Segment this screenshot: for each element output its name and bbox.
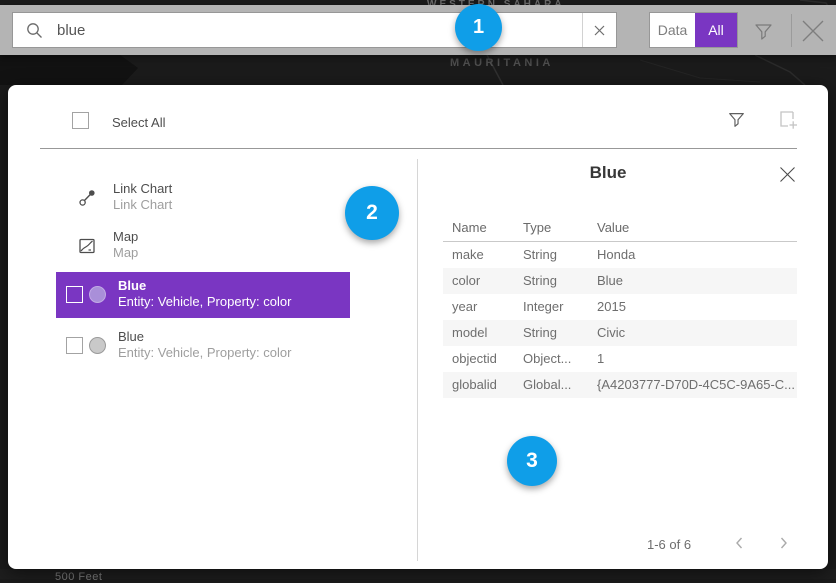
- cell-name: color: [452, 268, 523, 294]
- pagination-next-button[interactable]: [772, 533, 794, 555]
- property-table: Name Type Value make String Honda color …: [443, 215, 797, 398]
- clear-search-button[interactable]: [582, 13, 616, 47]
- entity-circle-icon: [89, 286, 106, 303]
- clear-x-icon: [594, 25, 605, 36]
- toolbar-divider: [791, 14, 792, 47]
- screen: WESTERN SAHARA MAURITANIA 500 Feet Data …: [0, 0, 836, 579]
- property-row-make: make String Honda: [443, 242, 797, 268]
- select-all-label: Select All: [112, 115, 165, 130]
- cell-value: {A4203777-D70D-4C5C-9A65-C...: [597, 372, 797, 398]
- cell-value: Civic: [597, 320, 797, 346]
- entity-circle-icon: [89, 337, 106, 354]
- cell-type: Integer: [523, 294, 597, 320]
- cell-type: Object...: [523, 346, 597, 372]
- search-results-panel: Select All Link Chart: [8, 85, 828, 569]
- chevron-right-icon: [775, 535, 791, 551]
- add-selection-icon: [777, 109, 799, 131]
- scope-data-button[interactable]: Data: [650, 13, 695, 47]
- property-table-header: Name Type Value: [443, 215, 797, 241]
- result-subtitle: Entity: Vehicle, Property: color: [118, 345, 291, 361]
- cell-value: 1: [597, 346, 797, 372]
- result-row-blue[interactable]: Blue Entity: Vehicle, Property: color: [56, 323, 350, 369]
- filter-funnel-icon: [727, 110, 746, 129]
- panel-header-divider: [40, 148, 797, 149]
- result-title: Link Chart: [113, 181, 172, 197]
- result-row-link-chart[interactable]: Link Chart Link Chart: [56, 175, 350, 221]
- pagination-prev-button[interactable]: [729, 533, 751, 555]
- chevron-left-icon: [732, 535, 748, 551]
- link-chart-icon: [78, 189, 96, 207]
- callout-badge-3: 3: [507, 436, 557, 486]
- result-subtitle: Link Chart: [113, 197, 172, 213]
- search-toolbar: Data All: [0, 5, 836, 55]
- cell-type: String: [523, 268, 597, 294]
- cell-name: year: [452, 294, 523, 320]
- result-title: Blue: [118, 329, 291, 345]
- property-row-color: color String Blue: [443, 268, 797, 294]
- property-row-globalid: globalid Global... {A4203777-D70D-4C5C-9…: [443, 372, 797, 398]
- property-row-objectid: objectid Object... 1: [443, 346, 797, 372]
- search-input[interactable]: [55, 12, 582, 48]
- property-row-model: model String Civic: [443, 320, 797, 346]
- result-row-map[interactable]: Map Map: [56, 223, 350, 269]
- result-checkbox[interactable]: [66, 337, 83, 354]
- cell-type: String: [523, 320, 597, 346]
- list-detail-divider: [417, 159, 418, 561]
- result-title: Map: [113, 229, 138, 245]
- cell-name: make: [452, 242, 523, 268]
- close-detail-button[interactable]: [776, 165, 798, 187]
- cell-value: Honda: [597, 242, 797, 268]
- map-scale-label: 500 Feet: [55, 571, 102, 583]
- results-filter-button[interactable]: [724, 109, 748, 133]
- close-x-icon: [779, 166, 796, 183]
- callout-badge-1: 1: [455, 4, 502, 51]
- map-label-mauritania: MAURITANIA: [450, 57, 554, 69]
- cell-name: objectid: [452, 346, 523, 372]
- cell-type: Global...: [523, 372, 597, 398]
- result-subtitle: Entity: Vehicle, Property: color: [118, 294, 291, 310]
- property-row-year: year Integer 2015: [443, 294, 797, 320]
- scope-all-button[interactable]: All: [695, 13, 737, 47]
- column-value: Value: [597, 215, 797, 241]
- cell-name: model: [452, 320, 523, 346]
- add-to-selection-button[interactable]: [776, 109, 800, 133]
- column-type: Type: [523, 215, 597, 241]
- callout-badge-2: 2: [345, 186, 399, 240]
- result-subtitle: Map: [113, 245, 138, 261]
- close-x-icon: [800, 18, 826, 44]
- cell-value: 2015: [597, 294, 797, 320]
- close-search-button[interactable]: [798, 16, 828, 46]
- cell-value: Blue: [597, 268, 797, 294]
- cell-type: String: [523, 242, 597, 268]
- toolbar-filter-button[interactable]: [748, 16, 778, 46]
- search-scope-toggle: Data All: [649, 12, 738, 48]
- result-title: Blue: [118, 278, 291, 294]
- result-row-blue-selected[interactable]: Blue Entity: Vehicle, Property: color: [56, 272, 350, 318]
- filter-funnel-icon: [753, 21, 774, 42]
- search-icon: [26, 22, 43, 39]
- cell-name: globalid: [452, 372, 523, 398]
- detail-title: Blue: [428, 163, 788, 183]
- search-box: [12, 12, 617, 48]
- column-name: Name: [452, 215, 523, 241]
- pagination-label: 1-6 of 6: [647, 537, 691, 552]
- select-all-checkbox[interactable]: [72, 112, 89, 129]
- map-icon: [78, 237, 96, 255]
- result-checkbox[interactable]: [66, 286, 83, 303]
